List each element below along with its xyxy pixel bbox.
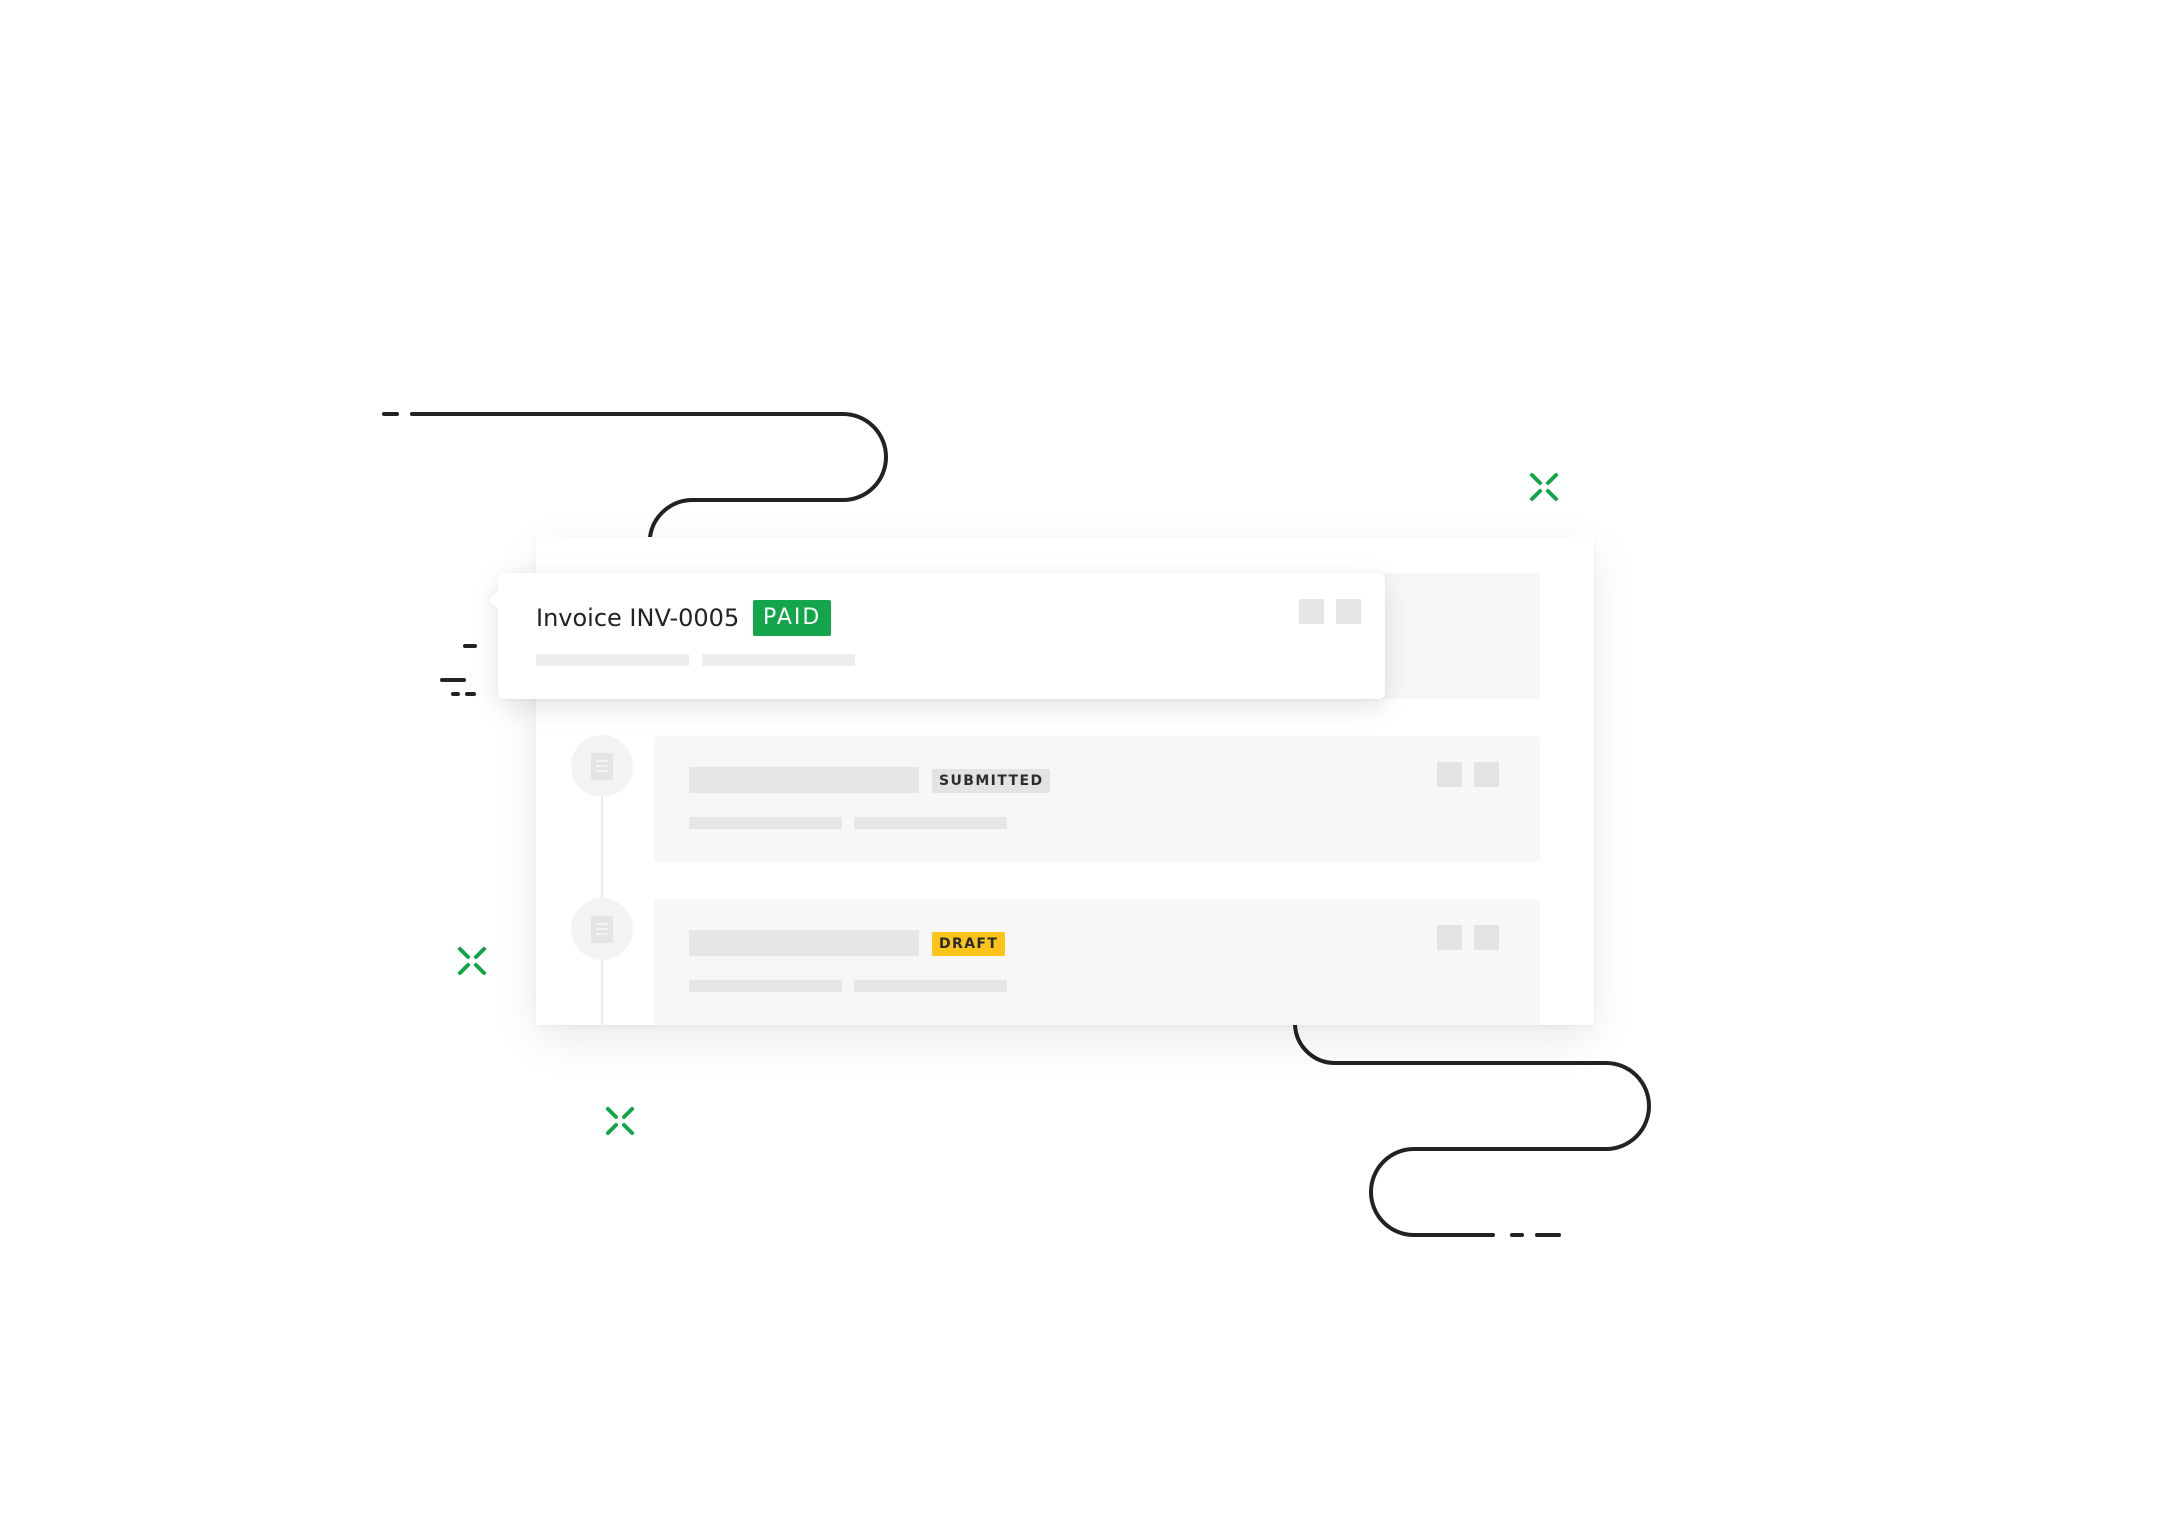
sparkle-icon-top-right (1530, 473, 1558, 501)
list-item-draft[interactable]: DRAFT (654, 899, 1540, 1025)
timeline-node (571, 735, 633, 797)
invoice-title-placeholder (689, 767, 919, 793)
status-badge-submitted: SUBMITTED (932, 769, 1051, 793)
status-badge-paid: PAID (753, 600, 832, 636)
action-button-placeholder[interactable] (1474, 762, 1499, 787)
action-button-placeholder[interactable] (1474, 925, 1499, 950)
meta-placeholder (854, 980, 1007, 992)
action-button-placeholder[interactable] (1299, 599, 1324, 624)
invoice-card-highlighted[interactable]: Invoice INV-0005 PAID (498, 573, 1385, 699)
action-button-placeholder[interactable] (1336, 599, 1361, 624)
list-item-submitted[interactable]: SUBMITTED (654, 736, 1540, 862)
meta-placeholder (702, 654, 855, 666)
sparkle-icon-left (458, 947, 486, 975)
invoice-title: Invoice INV-0005 (536, 604, 740, 632)
top-curve (410, 412, 888, 539)
meta-placeholder (536, 654, 689, 666)
invoice-title-placeholder (689, 930, 919, 956)
meta-placeholder (689, 980, 842, 992)
bottom-curve (1293, 1023, 1651, 1237)
document-icon (591, 915, 613, 943)
meta-placeholder (854, 817, 1007, 829)
document-icon (591, 752, 613, 780)
action-button-placeholder[interactable] (1437, 762, 1462, 787)
timeline-line (601, 765, 603, 1025)
action-button-placeholder[interactable] (1437, 925, 1462, 950)
meta-placeholder (689, 817, 842, 829)
sparkle-icon-bottom-left (606, 1107, 634, 1135)
timeline-node (571, 898, 633, 960)
status-badge-draft: DRAFT (932, 932, 1006, 956)
